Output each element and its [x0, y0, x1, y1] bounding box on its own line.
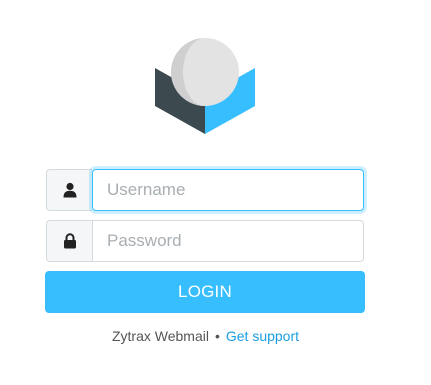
password-addon — [46, 220, 92, 262]
login-page: LOGIN Zytrax Webmail • Get support — [0, 0, 431, 385]
user-icon — [63, 182, 76, 198]
footer: Zytrax Webmail • Get support — [0, 328, 411, 344]
username-row — [46, 169, 364, 211]
footer-separator: • — [214, 328, 220, 344]
password-input[interactable] — [92, 220, 364, 262]
product-name: Zytrax Webmail — [111, 328, 209, 344]
login-button[interactable]: LOGIN — [45, 271, 365, 313]
get-support-link[interactable]: Get support — [226, 328, 299, 344]
logo-icon — [155, 38, 255, 134]
username-addon — [46, 169, 92, 211]
lock-icon — [63, 233, 76, 249]
username-input[interactable] — [92, 169, 364, 211]
password-row — [46, 220, 364, 262]
